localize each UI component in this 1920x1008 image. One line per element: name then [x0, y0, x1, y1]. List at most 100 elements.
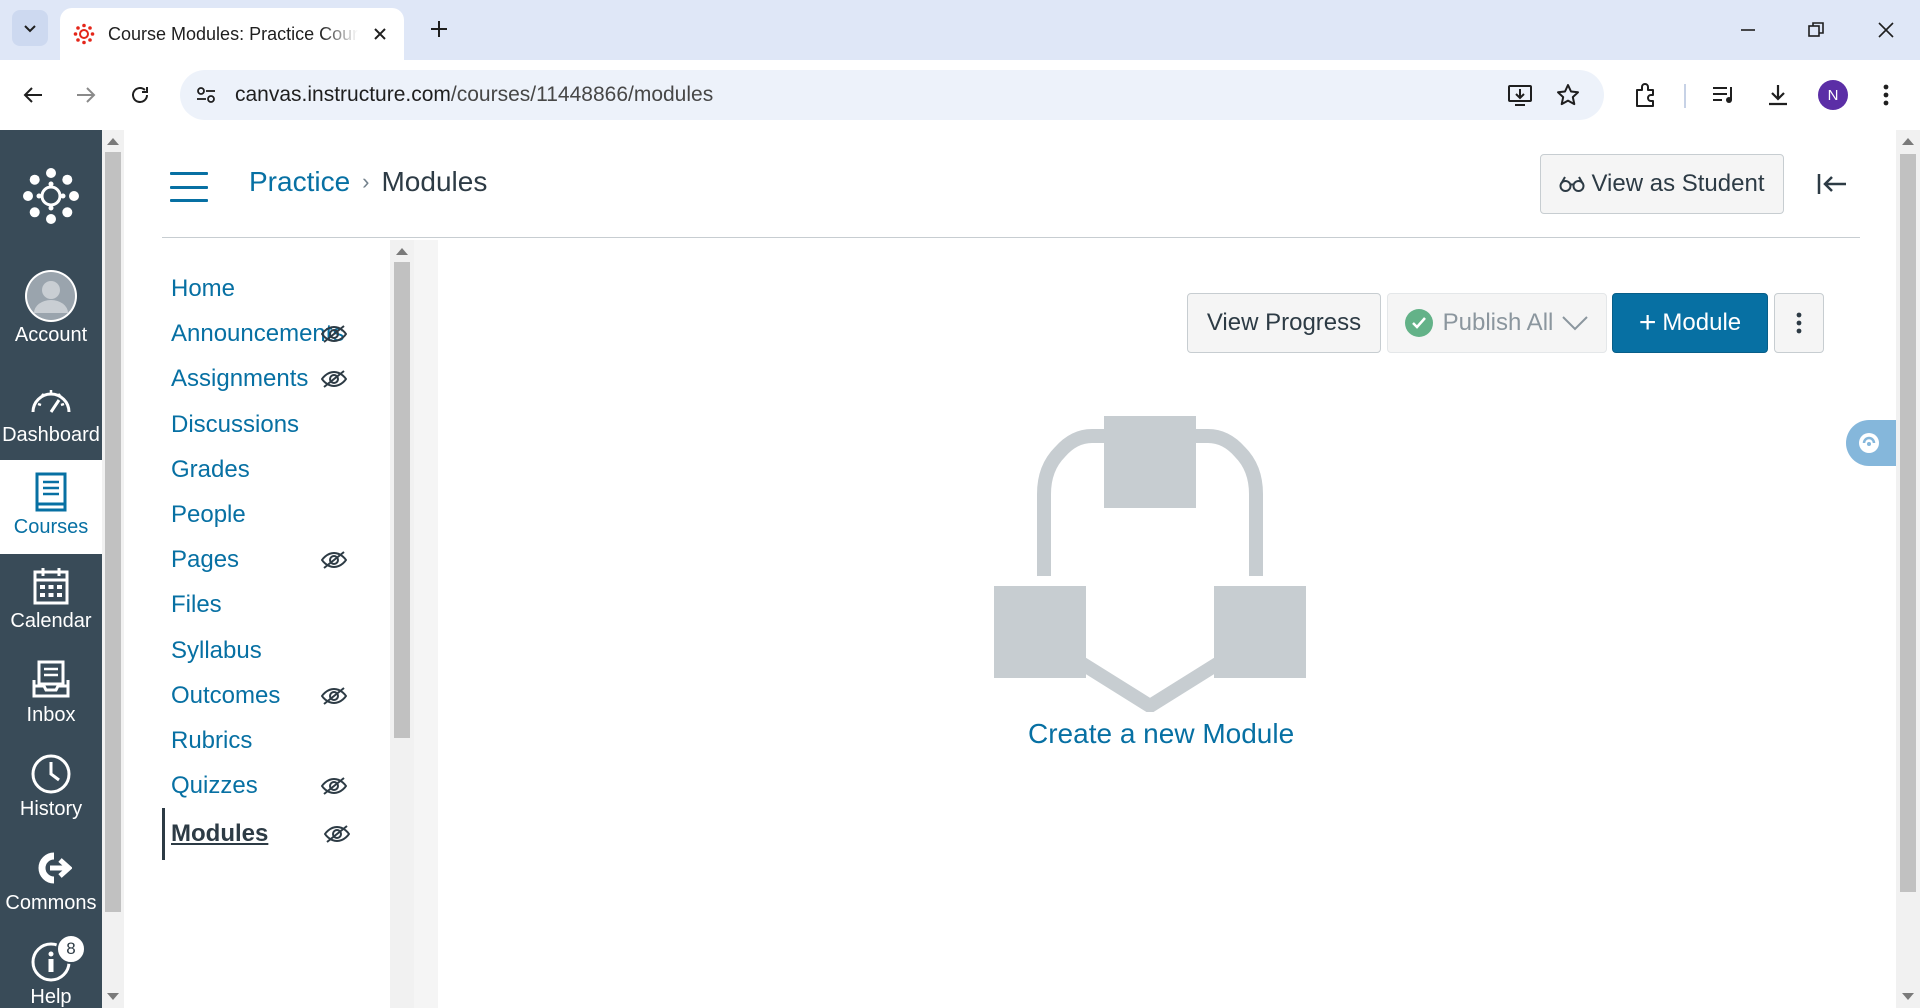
global-nav-dashboard[interactable]: Dashboard	[0, 368, 102, 462]
browser-tab-bar: Course Modules: Practice Course	[0, 0, 1920, 60]
minimize-icon[interactable]	[1728, 12, 1768, 48]
page-scrollbar[interactable]	[1896, 130, 1920, 1008]
scroll-up-arrow-icon[interactable]	[107, 138, 119, 145]
global-nav-label: Inbox	[26, 704, 76, 726]
course-nav-label: Rubrics	[171, 727, 253, 754]
course-nav-discussions[interactable]: Discussions	[162, 402, 350, 448]
browser-tab-active[interactable]: Course Modules: Practice Course	[60, 8, 404, 60]
tab-search-button[interactable]	[12, 10, 48, 46]
course-nav-syllabus[interactable]: Syllabus	[162, 628, 350, 674]
global-nav-help[interactable]: 8 Help	[0, 930, 102, 1008]
course-nav-label: Grades	[171, 456, 250, 483]
install-app-icon[interactable]	[1506, 81, 1534, 109]
course-nav-grades[interactable]: Grades	[162, 447, 350, 493]
scroll-down-arrow-icon[interactable]	[1902, 993, 1914, 1000]
scrollbar-thumb[interactable]	[1900, 154, 1916, 892]
course-nav-label: Assignments	[171, 365, 309, 392]
course-nav-quizzes[interactable]: Quizzes	[162, 763, 350, 809]
downloads-icon[interactable]	[1760, 77, 1796, 113]
canvas-favicon-icon	[72, 22, 96, 46]
help-notification-badge: 8	[56, 934, 86, 964]
forward-arrow-icon[interactable]	[68, 77, 104, 113]
scrollbar-thumb[interactable]	[394, 262, 410, 738]
global-nav-label: History	[19, 798, 83, 820]
breadcrumb-current: Modules	[381, 166, 488, 197]
view-progress-label: View Progress	[1206, 309, 1362, 336]
add-module-label: Module	[1662, 309, 1742, 336]
published-check-icon	[1404, 309, 1433, 337]
canvas-logo-icon[interactable]	[17, 162, 85, 230]
course-nav-outcomes[interactable]: Outcomes	[162, 673, 350, 719]
new-tab-icon[interactable]	[424, 14, 454, 44]
course-navigation: Home Announcements Assignments Discussio…	[162, 238, 350, 1008]
media-controls-icon[interactable]	[1706, 77, 1742, 113]
global-nav-inbox[interactable]: Inbox	[0, 648, 102, 742]
restore-icon[interactable]	[1796, 12, 1836, 48]
course-nav-files[interactable]: Files	[162, 582, 350, 628]
course-nav-modules[interactable]: Modules	[162, 808, 350, 860]
profile-avatar[interactable]: N	[1818, 80, 1848, 110]
kebab-menu-icon	[1796, 312, 1802, 334]
modules-empty-illustration	[994, 416, 1306, 712]
global-nav-history[interactable]: History	[0, 742, 102, 836]
course-nav-label: Syllabus	[171, 637, 262, 664]
global-navigation: Account Dashboard Courses Calendar Inbox…	[0, 130, 102, 1008]
add-module-button[interactable]: + Module	[1612, 293, 1768, 353]
scrollbar-thumb[interactable]	[105, 152, 121, 912]
course-nav-pages[interactable]: Pages	[162, 537, 350, 583]
breadcrumb: Practice › Modules	[249, 166, 487, 198]
account-icon	[24, 270, 78, 322]
course-nav-scrollbar[interactable]	[390, 240, 414, 1008]
scroll-up-arrow-icon[interactable]	[396, 248, 408, 255]
course-nav-home[interactable]: Home	[162, 266, 350, 312]
global-nav-label: Help	[30, 986, 72, 1008]
hidden-eye-icon	[320, 322, 348, 346]
browser-menu-icon[interactable]	[1868, 77, 1904, 113]
course-nav-rubrics[interactable]: Rubrics	[162, 718, 350, 764]
url-host: canvas.instructure.com	[235, 83, 451, 106]
global-nav-label: Account	[14, 324, 88, 346]
inbox-icon	[31, 658, 71, 702]
hidden-eye-icon	[320, 367, 348, 391]
extensions-icon[interactable]	[1628, 77, 1664, 113]
publish-all-button[interactable]: Publish All	[1387, 293, 1607, 353]
course-nav-label: Modules	[171, 820, 269, 847]
hidden-eye-icon	[320, 548, 348, 572]
more-options-button[interactable]	[1774, 293, 1824, 353]
hamburger-menu-icon[interactable]	[170, 172, 208, 202]
history-icon	[30, 752, 72, 796]
create-module-link[interactable]: Create a new Module	[1028, 718, 1294, 750]
hidden-eye-icon	[320, 684, 348, 708]
view-as-student-button[interactable]: View as Student	[1540, 154, 1784, 214]
breadcrumb-separator: ›	[362, 169, 370, 194]
global-nav-commons[interactable]: Commons	[0, 836, 102, 930]
address-bar[interactable]: canvas.instructure.com/courses/11448866/…	[180, 70, 1604, 120]
scroll-up-arrow-icon[interactable]	[1902, 138, 1914, 145]
breadcrumb-course-link[interactable]: Practice	[249, 166, 350, 198]
url-path: /courses/11448866/modules	[450, 83, 714, 106]
global-nav-label: Calendar	[10, 610, 92, 632]
course-nav-people[interactable]: People	[162, 492, 350, 538]
chevron-down-icon	[24, 25, 36, 33]
floating-helper-button[interactable]	[1846, 420, 1896, 466]
course-nav-announcements[interactable]: Announcements	[162, 311, 350, 357]
course-nav-label: People	[171, 501, 246, 528]
global-nav-courses[interactable]: Courses	[0, 460, 102, 554]
chevron-down-icon	[1562, 316, 1589, 331]
close-window-icon[interactable]	[1866, 12, 1906, 48]
bookmark-star-icon[interactable]	[1554, 81, 1582, 109]
courses-icon	[34, 470, 68, 514]
global-nav-scrollbar[interactable]	[102, 130, 124, 1008]
calendar-icon	[32, 564, 70, 608]
close-tab-icon[interactable]	[368, 22, 392, 46]
global-nav-calendar[interactable]: Calendar	[0, 554, 102, 648]
scroll-down-arrow-icon[interactable]	[107, 993, 119, 1000]
collapse-sidebar-icon[interactable]	[1814, 166, 1850, 202]
global-nav-account[interactable]: Account	[0, 264, 102, 358]
site-settings-icon[interactable]	[194, 83, 218, 107]
tab-title: Course Modules: Practice Course	[108, 23, 358, 44]
reload-icon[interactable]	[122, 77, 158, 113]
course-nav-assignments[interactable]: Assignments	[162, 356, 350, 402]
back-arrow-icon[interactable]	[15, 77, 51, 113]
view-progress-button[interactable]: View Progress	[1187, 293, 1381, 353]
